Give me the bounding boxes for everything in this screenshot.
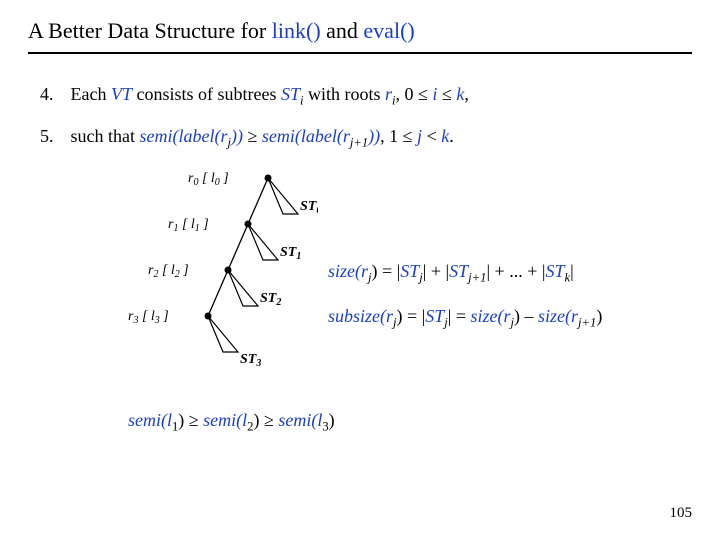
title-and: and [321,18,364,43]
title-prefix: A Better Data Structure for [28,18,272,43]
point-4: 4. Each VT consists of subtrees STi with… [40,82,692,110]
point-5: 5. such that semi(label(rj)) ≥ semi(labe… [40,124,692,152]
tree-svg: r0 [ l0 ] r1 [ l1 ] r2 [ l2 ] r3 [ l3 ] … [68,166,318,396]
bottom-inequality: semi(l1) ≥ semi(l2) ≥ semi(l3) [128,410,692,435]
svg-text:ST2: ST2 [260,291,281,308]
page-number: 105 [670,505,693,522]
eq-subsize: subsize(rj) = |STj| = size(rj) – size(rj… [328,306,602,331]
slide-title: A Better Data Structure for link() and e… [28,18,692,44]
title-eval: eval() [363,18,414,43]
svg-text:ST1: ST1 [280,245,301,262]
svg-text:r2 [ l2 ]: r2 [ l2 ] [148,263,189,280]
svg-text:r1 [ l1 ]: r1 [ l1 ] [168,217,209,234]
diagram: r0 [ l0 ] r1 [ l1 ] r2 [ l2 ] r3 [ l3 ] … [68,166,692,396]
point-5-num: 5. [40,124,66,149]
svg-text:ST0: ST0 [300,199,318,216]
point-4-num: 4. [40,82,66,107]
title-link: link() [272,18,321,43]
svg-text:r0 [ l0 ]: r0 [ l0 ] [188,171,229,188]
svg-text:r3 [ l3 ]: r3 [ l3 ] [128,309,169,326]
eq-size: size(rj) = |STj| + |STj+1| + ... + |STk| [328,261,574,286]
title-rule [28,52,692,54]
svg-text:ST3: ST3 [240,352,261,369]
